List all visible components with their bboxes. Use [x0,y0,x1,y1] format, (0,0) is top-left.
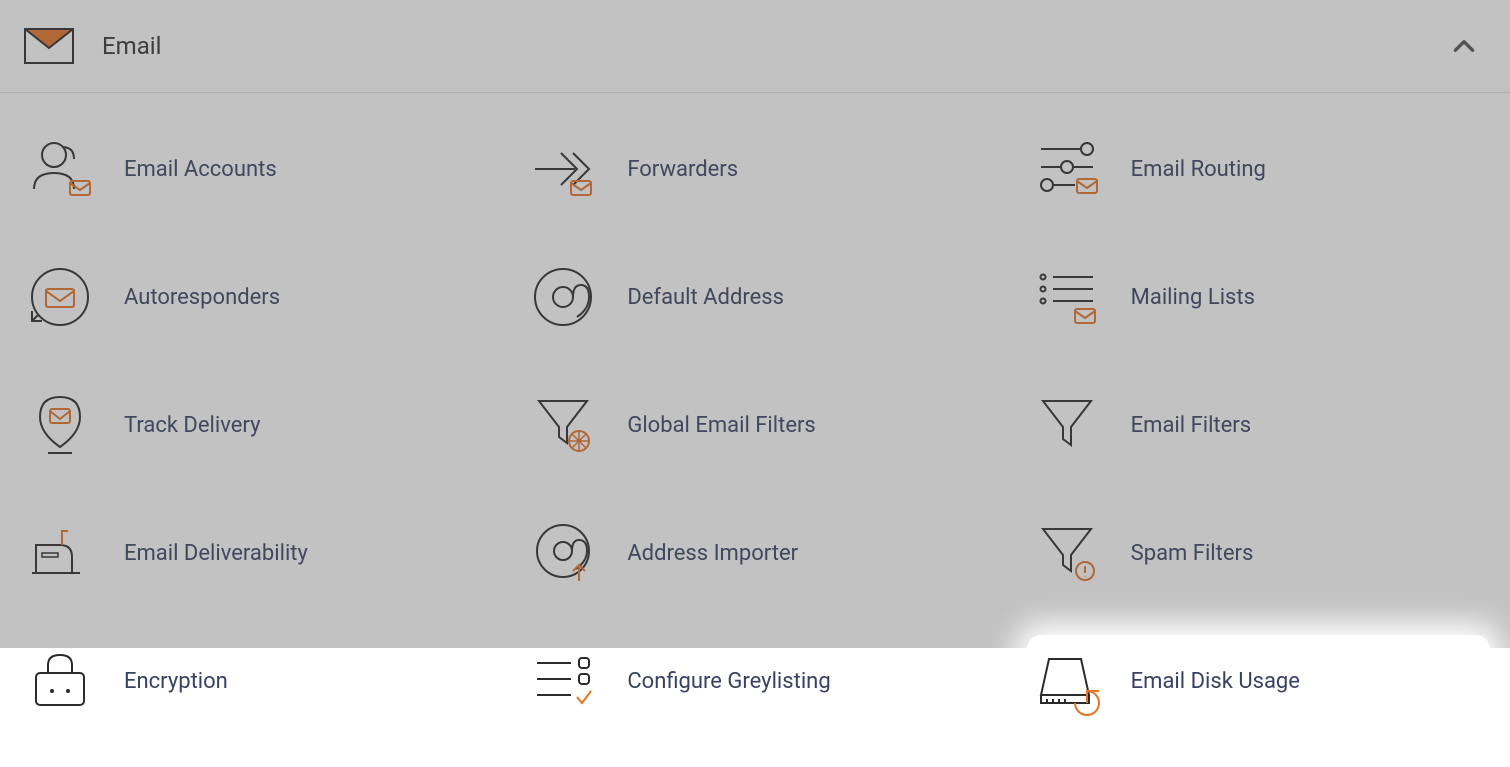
email-routing-icon [1031,133,1103,205]
item-track-delivery[interactable]: Track Delivery [20,379,483,471]
forwarders-icon [527,133,599,205]
item-mailing-lists[interactable]: Mailing Lists [1027,251,1490,343]
items-grid: Email Accounts Forwarders [20,123,1490,727]
panel-body: Email Accounts Forwarders [0,93,1510,767]
item-email-disk-usage[interactable]: Email Disk Usage [1027,635,1490,727]
item-label: Spam Filters [1131,541,1254,566]
item-label: Mailing Lists [1131,285,1255,310]
mailing-lists-icon [1031,261,1103,333]
email-icon [24,28,74,64]
spam-filters-icon [1031,517,1103,589]
encryption-icon [24,645,96,717]
chevron-up-icon[interactable] [1450,32,1478,60]
panel-header[interactable]: Email [0,0,1510,93]
item-label: Address Importer [627,541,798,566]
item-email-filters[interactable]: Email Filters [1027,379,1490,471]
email-accounts-icon [24,133,96,205]
panel-title: Email [102,32,161,60]
track-delivery-icon [24,389,96,461]
item-label: Email Accounts [124,157,277,182]
item-label: Email Filters [1131,413,1251,438]
item-address-importer[interactable]: Address Importer [523,507,986,599]
item-default-address[interactable]: Default Address [523,251,986,343]
email-deliverability-icon [24,517,96,589]
item-label: Autoresponders [124,285,280,310]
item-spam-filters[interactable]: Spam Filters [1027,507,1490,599]
autoresponders-icon [24,261,96,333]
item-forwarders[interactable]: Forwarders [523,123,986,215]
item-email-routing[interactable]: Email Routing [1027,123,1490,215]
address-importer-icon [527,517,599,589]
item-autoresponders[interactable]: Autoresponders [20,251,483,343]
item-label: Email Deliverability [124,541,308,566]
email-panel: Email Email Accounts [0,0,1510,767]
item-email-accounts[interactable]: Email Accounts [20,123,483,215]
item-label: Encryption [124,669,228,694]
email-disk-usage-icon [1031,645,1103,717]
item-label: Email Disk Usage [1131,669,1300,694]
item-label: Forwarders [627,157,738,182]
item-label: Default Address [627,285,784,310]
item-global-email-filters[interactable]: Global Email Filters [523,379,986,471]
configure-greylisting-icon [527,645,599,717]
item-label: Email Routing [1131,157,1266,182]
email-filters-icon [1031,389,1103,461]
item-label: Configure Greylisting [627,669,830,694]
global-email-filters-icon [527,389,599,461]
default-address-icon [527,261,599,333]
item-email-deliverability[interactable]: Email Deliverability [20,507,483,599]
item-label: Global Email Filters [627,413,815,438]
item-encryption[interactable]: Encryption [20,635,483,727]
item-configure-greylisting[interactable]: Configure Greylisting [523,635,986,727]
item-label: Track Delivery [124,413,260,438]
